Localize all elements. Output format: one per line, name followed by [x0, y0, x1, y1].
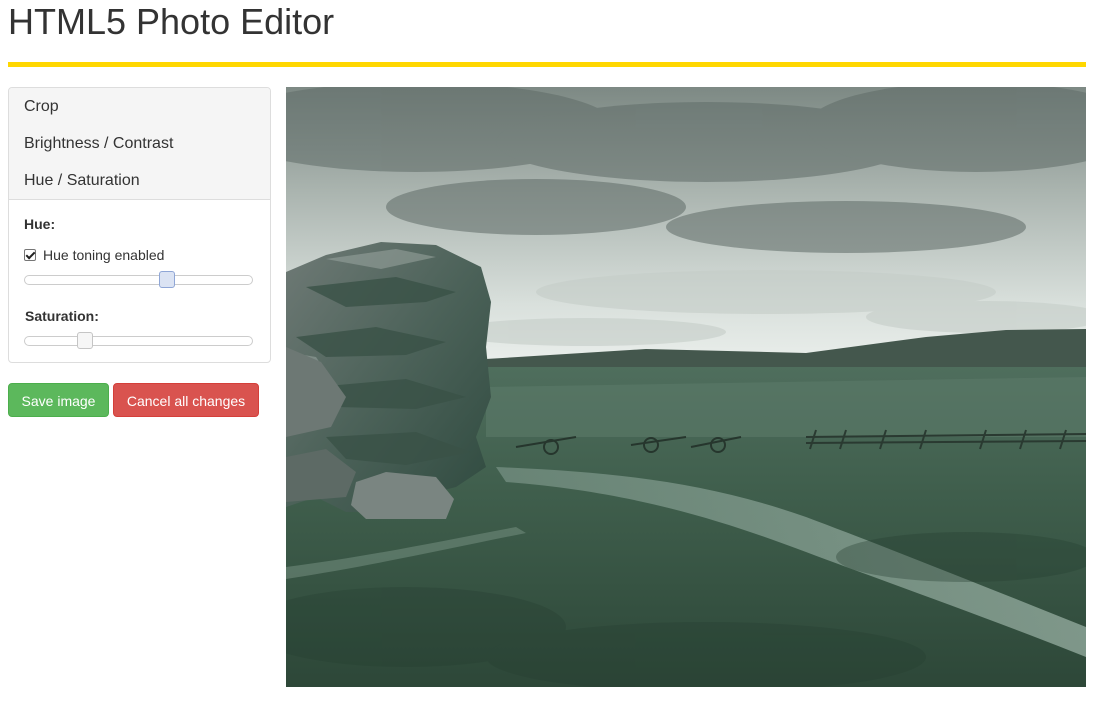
page-title: HTML5 Photo Editor — [8, 1, 335, 42]
hue-label: Hue: — [24, 216, 56, 232]
edited-photo — [286, 87, 1086, 687]
hue-slider-handle[interactable] — [158, 271, 175, 288]
cancel-all-changes-button[interactable]: Cancel all changes — [113, 383, 259, 417]
tool-crop[interactable]: Crop — [9, 89, 270, 125]
hue-toning-label: Hue toning enabled — [43, 247, 165, 263]
hue-toning-toggle[interactable]: Hue toning enabled — [24, 246, 164, 264]
title-divider — [8, 62, 1086, 67]
saturation-slider[interactable] — [24, 332, 253, 349]
saturation-slider-handle[interactable] — [76, 332, 93, 349]
tools-list: Crop Brightness / Contrast Hue / Saturat… — [9, 88, 270, 200]
hue-toning-checkbox[interactable] — [24, 249, 36, 261]
tool-hue-saturation[interactable]: Hue / Saturation — [9, 162, 270, 199]
saturation-label: Saturation: — [25, 308, 99, 324]
save-image-button[interactable]: Save image — [8, 383, 109, 417]
hue-slider[interactable] — [24, 271, 253, 288]
tool-brightness-contrast[interactable]: Brightness / Contrast — [9, 125, 270, 162]
